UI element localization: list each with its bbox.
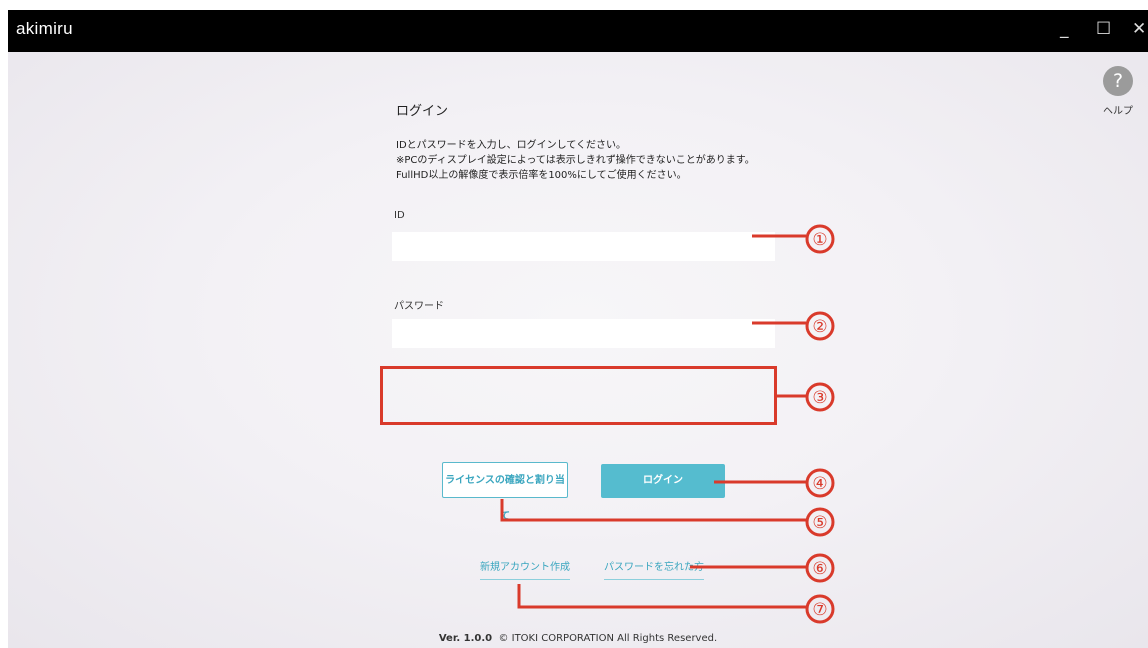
description-line: ※PCのディスプレイ設定によっては表示しきれず操作できないことがあります。: [396, 155, 755, 166]
minimize-icon[interactable]: _: [1060, 19, 1069, 39]
forgot-password-link[interactable]: パスワードを忘れた方: [604, 558, 704, 580]
title-bar: akimiru _ ☐ ✕: [8, 10, 1148, 52]
footer: Ver. 1.0.0 © ITOKI CORPORATION All Right…: [8, 633, 1148, 644]
password-label: パスワード: [394, 301, 444, 312]
id-input[interactable]: [392, 232, 775, 261]
new-account-link[interactable]: 新規アカウント作成: [480, 558, 570, 580]
help-icon[interactable]: ?: [1103, 66, 1133, 96]
description-line: IDとパスワードを入力し、ログインしてください。: [396, 140, 627, 151]
page-title: ログイン: [396, 104, 449, 119]
help-label[interactable]: ヘルプ: [1098, 102, 1138, 117]
main-content: ? ヘルプ ログイン IDとパスワードを入力し、ログインしてください。 ※PCの…: [8, 52, 1148, 648]
password-input[interactable]: [392, 319, 775, 348]
description-line: FullHD以上の解像度で表示倍率を100%にしてご使用ください。: [396, 170, 687, 181]
login-button[interactable]: ログイン: [601, 464, 725, 498]
app-title: akimiru: [16, 19, 73, 38]
login-description: IDとパスワードを入力し、ログインしてください。 ※PCのディスプレイ設定によっ…: [396, 138, 755, 183]
id-label: ID: [394, 210, 405, 221]
help-button[interactable]: ? ヘルプ: [1098, 66, 1138, 117]
license-button[interactable]: ライセンスの確認と割り当て: [442, 462, 568, 522]
copyright-text: © ITOKI CORPORATION All Rights Reserved.: [498, 633, 718, 644]
version-text: Ver. 1.0.0: [438, 633, 493, 644]
maximize-icon[interactable]: ☐: [1096, 19, 1111, 39]
close-icon[interactable]: ✕: [1132, 19, 1146, 39]
error-message-area: [380, 366, 777, 425]
